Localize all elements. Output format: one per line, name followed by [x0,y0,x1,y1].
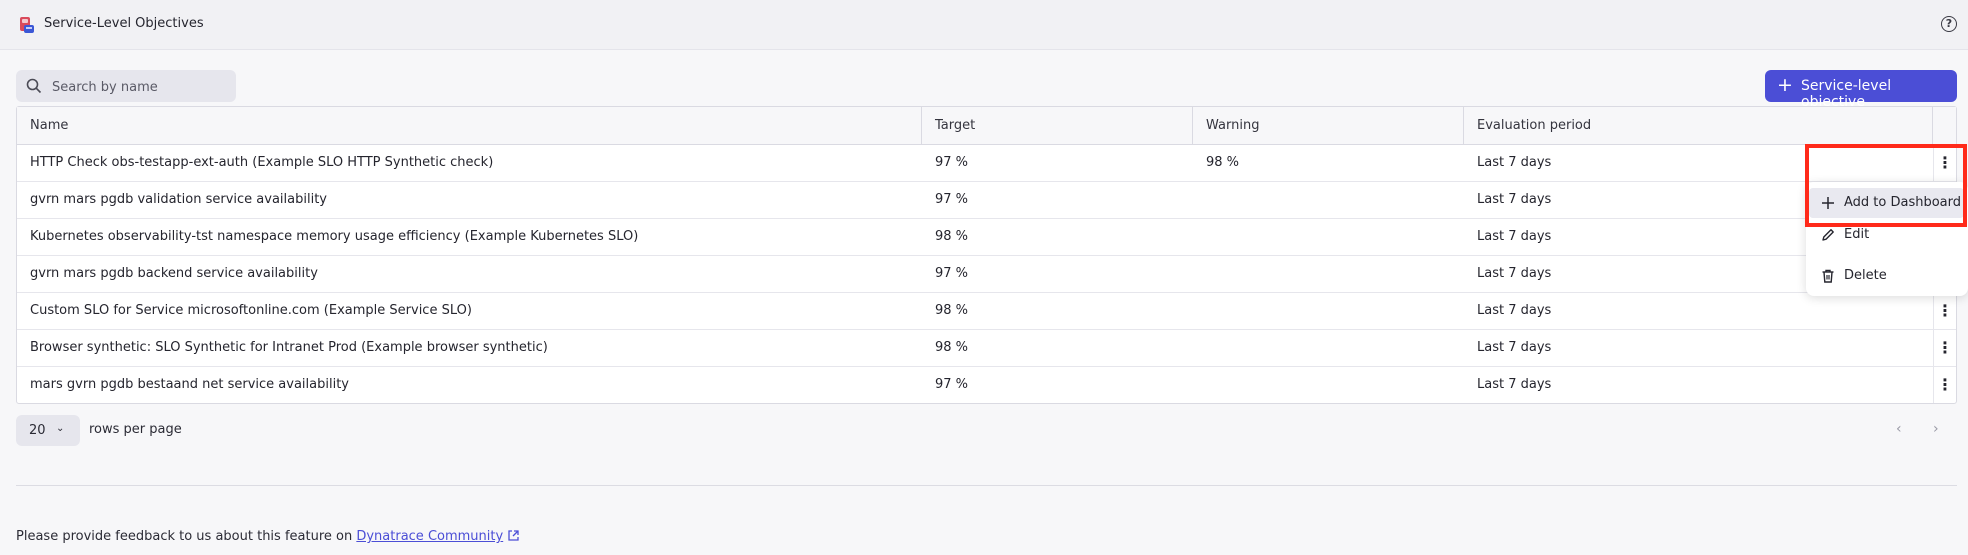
add-slo-button[interactable]: + Service-level objective [1765,70,1957,110]
menu-item-label: Edit [1844,227,1870,242]
external-link-icon[interactable] [507,529,520,542]
slo-name[interactable]: Custom SLO for Service microsoftonline.c… [30,293,472,329]
slo-target: 98 % [935,340,969,355]
table-header: Name Target Warning Evaluation period [17,107,1956,145]
table-row[interactable]: mars gvrn pgdb bestaand net service avai… [17,367,1956,404]
slo-name[interactable]: mars gvrn pgdb bestaand net service avai… [30,367,349,403]
menu-item-label: Delete [1844,268,1887,283]
dynatrace-community-link[interactable]: Dynatrace Community [356,529,503,544]
table-row[interactable]: Kubernetes observability-tst namespace m… [17,219,1956,256]
rows-per-page-label: rows per page [89,422,182,437]
table-row[interactable]: gvrn mars pgdb backend service availabil… [17,256,1956,293]
slo-name[interactable]: gvrn mars pgdb backend service availabil… [30,256,318,292]
divider [16,485,1957,486]
page-title: Service-Level Objectives [44,16,204,31]
slo-period: Last 7 days [1477,192,1552,207]
slo-period: Last 7 days [1477,340,1552,355]
column-header-target[interactable]: Target [922,107,1193,144]
menu-item-delete[interactable]: Delete [1806,261,1968,291]
slo-target: 98 % [935,229,969,244]
search-box[interactable] [16,70,236,104]
slo-period: Last 7 days [1477,266,1552,281]
slo-name[interactable]: gvrn mars pgdb validation service availa… [30,182,327,218]
chevron-down-icon: ⌄ [56,423,65,434]
slo-target: 97 % [935,155,969,170]
trash-icon [1822,269,1834,283]
slo-period: Last 7 days [1477,229,1552,244]
slo-warning: 98 % [1206,155,1240,170]
slo-period: Last 7 days [1477,377,1552,392]
top-bar: Service-Level Objectives ? [0,0,1968,50]
chevron-right-icon[interactable]: › [1933,421,1939,437]
table-row[interactable]: gvrn mars pgdb validation service availa… [17,182,1956,219]
plus-icon: + [1777,74,1793,96]
search-icon [26,78,42,94]
help-icon[interactable]: ? [1941,16,1957,32]
table-row[interactable]: Browser synthetic: SLO Synthetic for Int… [17,330,1956,367]
slo-target: 97 % [935,266,969,281]
slo-app-icon [20,17,34,33]
chevron-left-icon[interactable]: ‹ [1896,421,1902,437]
column-header-evaluation-period[interactable]: Evaluation period [1464,107,1933,144]
pencil-icon [1822,229,1834,241]
column-header-name[interactable]: Name [17,107,922,144]
search-input[interactable] [50,70,234,104]
row-actions-kebab-icon[interactable]: ⋮ [1933,330,1956,366]
row-actions-kebab-icon[interactable]: ⋮ [1933,367,1956,403]
slo-name[interactable]: Kubernetes observability-tst namespace m… [30,219,638,255]
table-row[interactable]: HTTP Check obs-testapp-ext-auth (Example… [17,145,1956,182]
feedback-prefix: Please provide feedback to us about this… [16,529,357,544]
slo-table: Name Target Warning Evaluation period HT… [16,106,1957,404]
slo-period: Last 7 days [1477,303,1552,318]
rows-per-page-select[interactable]: 20 ⌄ [16,415,80,446]
rows-per-page-value: 20 [29,423,46,438]
slo-target: 97 % [935,192,969,207]
slo-period: Last 7 days [1477,155,1552,170]
slo-name[interactable]: HTTP Check obs-testapp-ext-auth (Example… [30,145,493,181]
slo-target: 98 % [935,303,969,318]
highlight-box [1805,144,1967,227]
row-actions-kebab-icon[interactable]: ⋮ [1933,293,1956,329]
slo-target: 97 % [935,377,969,392]
column-header-warning[interactable]: Warning [1193,107,1464,144]
table-row[interactable]: Custom SLO for Service microsoftonline.c… [17,293,1956,330]
feedback-text: Please provide feedback to us about this… [16,529,520,544]
slo-name[interactable]: Browser synthetic: SLO Synthetic for Int… [30,330,548,366]
